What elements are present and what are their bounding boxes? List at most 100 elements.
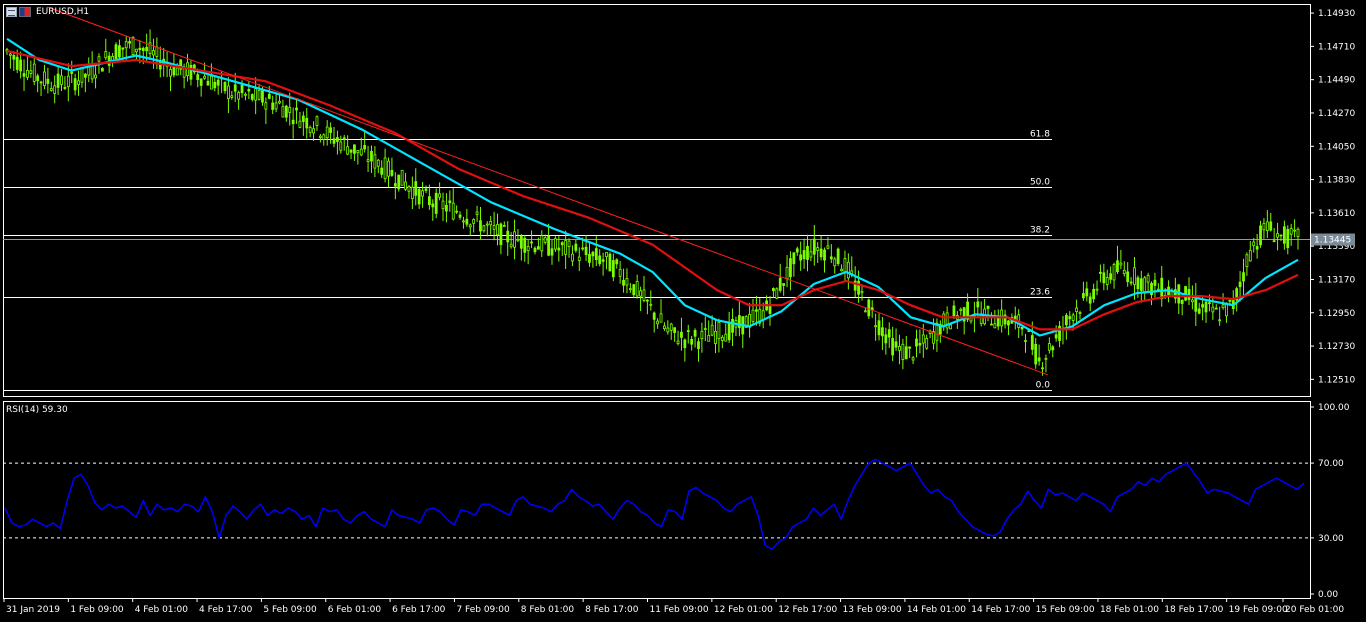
- price-candle-body: [353, 144, 356, 154]
- price-candle-body: [9, 53, 12, 56]
- price-candle-body: [496, 224, 499, 236]
- price-candle-body: [1088, 296, 1092, 304]
- price-candle-body: [717, 321, 721, 340]
- price-candle-body: [1068, 316, 1072, 320]
- price-candle-body: [918, 343, 922, 346]
- price-candle-body: [519, 235, 523, 249]
- price-candle-body: [560, 242, 564, 246]
- price-candle-body: [427, 196, 431, 206]
- fib-level-label: 61.8: [1030, 130, 1050, 140]
- price-candle-body: [475, 211, 479, 215]
- price-candle-body: [393, 183, 397, 187]
- price-candle-body: [969, 317, 973, 322]
- price-candle-body: [414, 181, 418, 196]
- chart-canvas[interactable]: 1.14930 1.14710 1.14490 1.14270 1.14050 1.138…: [0, 0, 1366, 622]
- price-candle-body: [649, 303, 653, 306]
- price-candle-body: [233, 84, 237, 92]
- price-candle-body: [840, 268, 843, 272]
- price-candle-body: [100, 67, 104, 72]
- price-candle-body: [795, 248, 799, 253]
- price-candle-body: [49, 88, 53, 91]
- price-candle-body: [472, 219, 476, 224]
- price-candle-body: [417, 188, 421, 205]
- price-candle-body: [261, 90, 264, 103]
- time-axis-label: 8 Feb 01:00: [521, 605, 575, 615]
- price-candle-body: [724, 333, 728, 342]
- price-candle-body: [1150, 282, 1153, 296]
- price-candle-body: [482, 225, 486, 232]
- price-candle-body: [244, 93, 247, 96]
- price-candle-body: [533, 247, 537, 253]
- price-candle-body: [881, 327, 884, 337]
- price-candle-body: [639, 290, 642, 297]
- price-candle-body: [676, 340, 680, 345]
- time-axis-label: 7 Feb 09:00: [456, 605, 510, 615]
- price-candle-body: [792, 252, 796, 265]
- price-candle-body: [366, 159, 370, 162]
- price-candle-body: [530, 241, 533, 244]
- price-candle-body: [727, 321, 731, 341]
- price-candle-body: [1092, 288, 1096, 300]
- price-candle-body: [1078, 312, 1082, 314]
- price-candle-body: [46, 78, 50, 84]
- price-candle-body: [1170, 291, 1174, 296]
- price-candle-body: [29, 70, 33, 74]
- price-candle-body: [1075, 307, 1078, 312]
- price-candle-body: [332, 138, 336, 144]
- chart-menu-icon[interactable]: [6, 7, 17, 17]
- price-candle-body: [312, 128, 315, 134]
- price-candle-body: [407, 186, 411, 192]
- price-candle-body: [383, 157, 387, 180]
- price-candle-body: [315, 116, 319, 126]
- price-candle-body: [489, 220, 493, 226]
- price-candle-body: [622, 279, 625, 286]
- price-candle-body: [216, 79, 220, 86]
- price-candle-body: [1272, 240, 1276, 243]
- price-candle-body: [1180, 299, 1184, 304]
- price-candle-body: [257, 90, 261, 100]
- price-candle-body: [1099, 271, 1102, 274]
- price-candle-body: [329, 127, 333, 133]
- price-candle-body: [203, 75, 206, 79]
- price-candle-body: [523, 237, 527, 253]
- price-candle-body: [230, 95, 234, 98]
- price-candle-body: [836, 248, 840, 265]
- price-candle-body: [785, 266, 789, 280]
- price-candle-body: [1085, 288, 1089, 297]
- price-candle-body: [1064, 314, 1068, 326]
- price-candle-body: [19, 59, 23, 72]
- price-candle-body: [1105, 277, 1109, 285]
- price-candle-body: [250, 94, 254, 100]
- price-candle-body: [720, 336, 724, 341]
- price-candle-body: [12, 55, 16, 60]
- price-candle-body: [206, 80, 210, 86]
- rsi-axis-label: 30.00: [1318, 534, 1344, 544]
- price-candle-body: [1041, 367, 1044, 370]
- price-candle-body: [1218, 319, 1222, 322]
- price-candle-body: [1051, 346, 1055, 351]
- price-candle-body: [826, 245, 830, 249]
- price-candle-body: [686, 330, 690, 333]
- price-candle-body: [584, 246, 588, 256]
- price-candle-body: [43, 71, 46, 87]
- price-candle-body: [1126, 271, 1130, 283]
- time-axis-label: 12 Feb 01:00: [714, 605, 773, 615]
- price-candle-body: [1211, 306, 1215, 313]
- price-candle-body: [642, 289, 646, 301]
- price-candle-body: [339, 141, 343, 151]
- price-candle-body: [707, 334, 711, 342]
- price-candle-body: [305, 117, 309, 129]
- price-candle-body: [509, 243, 513, 248]
- price-candle-body: [1071, 314, 1075, 321]
- price-candle-body: [135, 48, 138, 53]
- price-candle-body: [666, 327, 670, 333]
- moving-average-slow-line: [6, 49, 1299, 331]
- price-candle-body: [291, 119, 295, 125]
- price-candle-body: [751, 309, 755, 322]
- price-candle-body: [114, 44, 118, 59]
- price-candle-body: [1160, 277, 1164, 300]
- price-candle-body: [254, 88, 258, 101]
- price-candle-body: [138, 47, 142, 50]
- price-candle-body: [373, 154, 377, 169]
- price-candle-body: [857, 280, 860, 295]
